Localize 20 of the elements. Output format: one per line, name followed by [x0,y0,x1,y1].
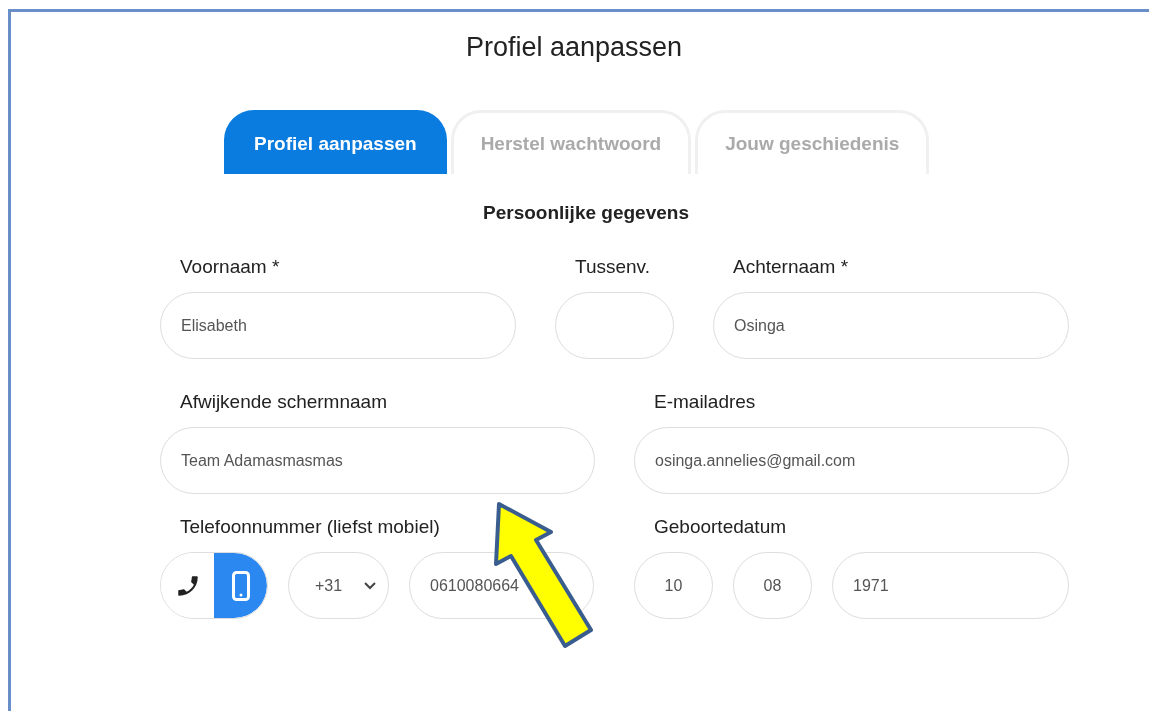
input-field[interactable]: Osinga [713,292,1069,359]
field-label: Achternaam * [732,256,850,278]
year-field[interactable]: 1971 [832,552,1069,619]
day-field[interactable]: 10 [634,552,713,619]
month-field[interactable]: 08 [733,552,812,619]
field-label: E-mailadres [653,391,757,413]
section-title: Persoonlijke gegevens [482,202,690,224]
field-label: Voornaam * [179,256,281,278]
tab[interactable]: Profiel aanpassen [224,110,447,174]
input-field[interactable]: osinga.annelies@gmail.com [634,427,1069,494]
field-label: Geboortedatum [653,516,788,538]
field-label: Telefoonnummer (liefst mobiel) [179,516,441,538]
field-label: Afwijkende schermnaam [179,391,388,413]
page-title: Profiel aanpassen [464,31,684,63]
field-label: Tussenv. [574,256,651,278]
input-field[interactable]: Team Adamasmasmas [160,427,595,494]
mobile-phone-icon [231,570,250,601]
input-field[interactable]: Elisabeth [160,292,516,359]
mobile-phone-button[interactable] [214,553,267,618]
chevron-down-icon [364,581,376,590]
